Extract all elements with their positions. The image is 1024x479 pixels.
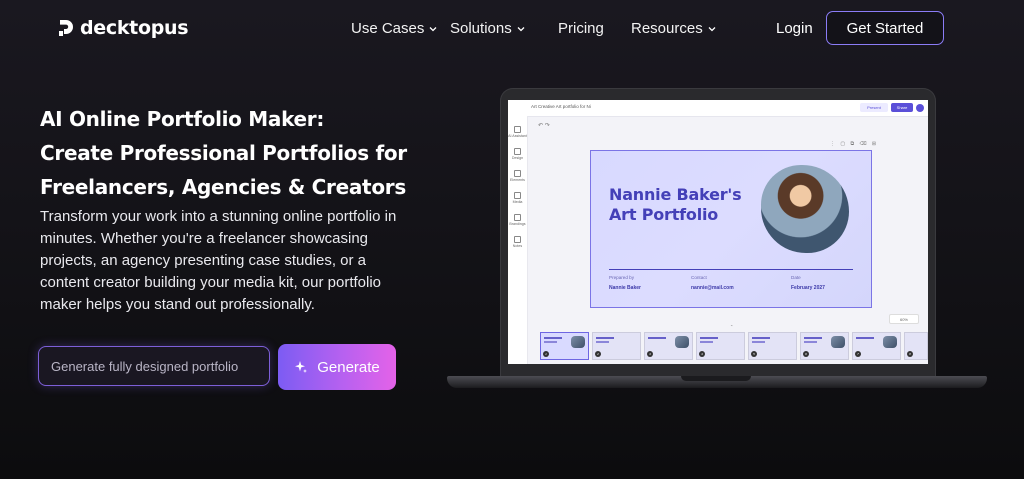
slide-thumbnail[interactable]: 3 — [644, 332, 693, 360]
contact-label: Contact — [691, 275, 707, 280]
sidebar-item-ai-assistant[interactable]: AI Assistant — [508, 126, 527, 138]
get-started-button[interactable]: Get Started — [826, 11, 944, 45]
media-icon — [514, 192, 521, 199]
hero-description: Transform your work into a stunning onli… — [40, 208, 397, 313]
brand-name: decktopus — [80, 17, 189, 39]
undo-redo-controls[interactable]: ↶ ↷ — [538, 122, 550, 129]
present-button[interactable]: Present — [860, 103, 888, 112]
top-nav: decktopus Use Cases Solutions Pricing Re… — [0, 0, 1024, 60]
editor-sidebar: AI Assistant Design Elements Media Brand… — [508, 116, 528, 364]
sparkle-icon — [295, 361, 308, 373]
slide-thumbnail[interactable]: 6 — [800, 332, 849, 360]
chevron-down-icon — [517, 26, 525, 31]
sidebar-item-design[interactable]: Design — [508, 148, 527, 160]
design-icon — [514, 148, 521, 155]
slide-thumbnail[interactable]: 2 — [592, 332, 641, 360]
date-value: February 2027 — [791, 285, 825, 291]
notes-icon — [514, 236, 521, 243]
editor-screen: Art Creative Art portfolio for Ni Presen… — [508, 100, 928, 364]
sidebar-item-brandings[interactable]: Brandings — [508, 214, 527, 226]
slide-thumbnail[interactable]: 8 — [904, 332, 928, 360]
hero-title-line: AI Online Portfolio Maker: — [40, 107, 325, 131]
chevron-down-icon — [429, 26, 437, 31]
prepared-by-value: Nannie Baker — [609, 285, 641, 291]
nav-pricing[interactable]: Pricing — [558, 20, 604, 37]
slide-thumbnail[interactable]: 4 — [696, 332, 745, 360]
sidebar-item-elements[interactable]: Elements — [508, 170, 527, 182]
zoom-control[interactable]: 60% — [889, 314, 919, 324]
laptop-notch — [681, 376, 751, 381]
generate-button[interactable]: Generate — [278, 344, 396, 390]
slide-thumbnail[interactable]: 5 — [748, 332, 797, 360]
generate-label: Generate — [317, 358, 380, 376]
hero-title-line: Create Professional Portfolios for — [40, 141, 407, 165]
nav-resources[interactable]: Resources — [631, 20, 716, 37]
hero-title: AI Online Portfolio Maker: Create Profes… — [40, 102, 470, 204]
slide-tools[interactable]: ⋮ ▢ ⧉ ⌫ ⊞ — [830, 141, 878, 147]
slide-thumbnail[interactable]: 7 — [852, 332, 901, 360]
brandings-icon — [514, 214, 521, 221]
portfolio-prompt-input[interactable] — [38, 346, 270, 386]
contact-value: nannie@mail.com — [691, 285, 734, 291]
sidebar-item-media[interactable]: Media — [508, 192, 527, 204]
hero-title-line: Freelancers, Agencies & Creators — [40, 175, 406, 199]
slide-thumbnail[interactable]: 1 — [540, 332, 589, 360]
nav-use-cases[interactable]: Use Cases — [351, 20, 437, 37]
collapse-thumbnails-icon[interactable]: ⌃ — [730, 324, 738, 329]
slide-divider — [609, 269, 853, 270]
decktopus-logo-icon — [59, 20, 73, 36]
brand-logo[interactable]: decktopus — [58, 17, 189, 39]
ai-assistant-icon — [514, 126, 521, 133]
nav-solutions[interactable]: Solutions — [450, 20, 525, 37]
elements-icon — [514, 170, 521, 177]
slide-title: Nannie Baker's Art Portfolio — [609, 185, 742, 224]
slide-canvas[interactable]: Nannie Baker's Art Portfolio Prepared by… — [590, 150, 872, 308]
share-button[interactable]: Share — [891, 103, 913, 112]
prepared-by-label: Prepared by — [609, 275, 635, 280]
chevron-down-icon — [708, 26, 716, 31]
login-link[interactable]: Login — [776, 20, 813, 37]
date-label: Date — [791, 275, 801, 280]
slide-thumbnails: 1 2 3 4 5 6 7 8 — [538, 330, 928, 364]
editor-top-bar: Art Creative Art portfolio for Ni Presen… — [508, 100, 928, 117]
portrait-image — [761, 165, 849, 253]
sidebar-item-notes[interactable]: Notes — [508, 236, 527, 248]
avatar[interactable] — [916, 104, 924, 112]
document-title: Art Creative Art portfolio for Ni — [531, 104, 591, 109]
